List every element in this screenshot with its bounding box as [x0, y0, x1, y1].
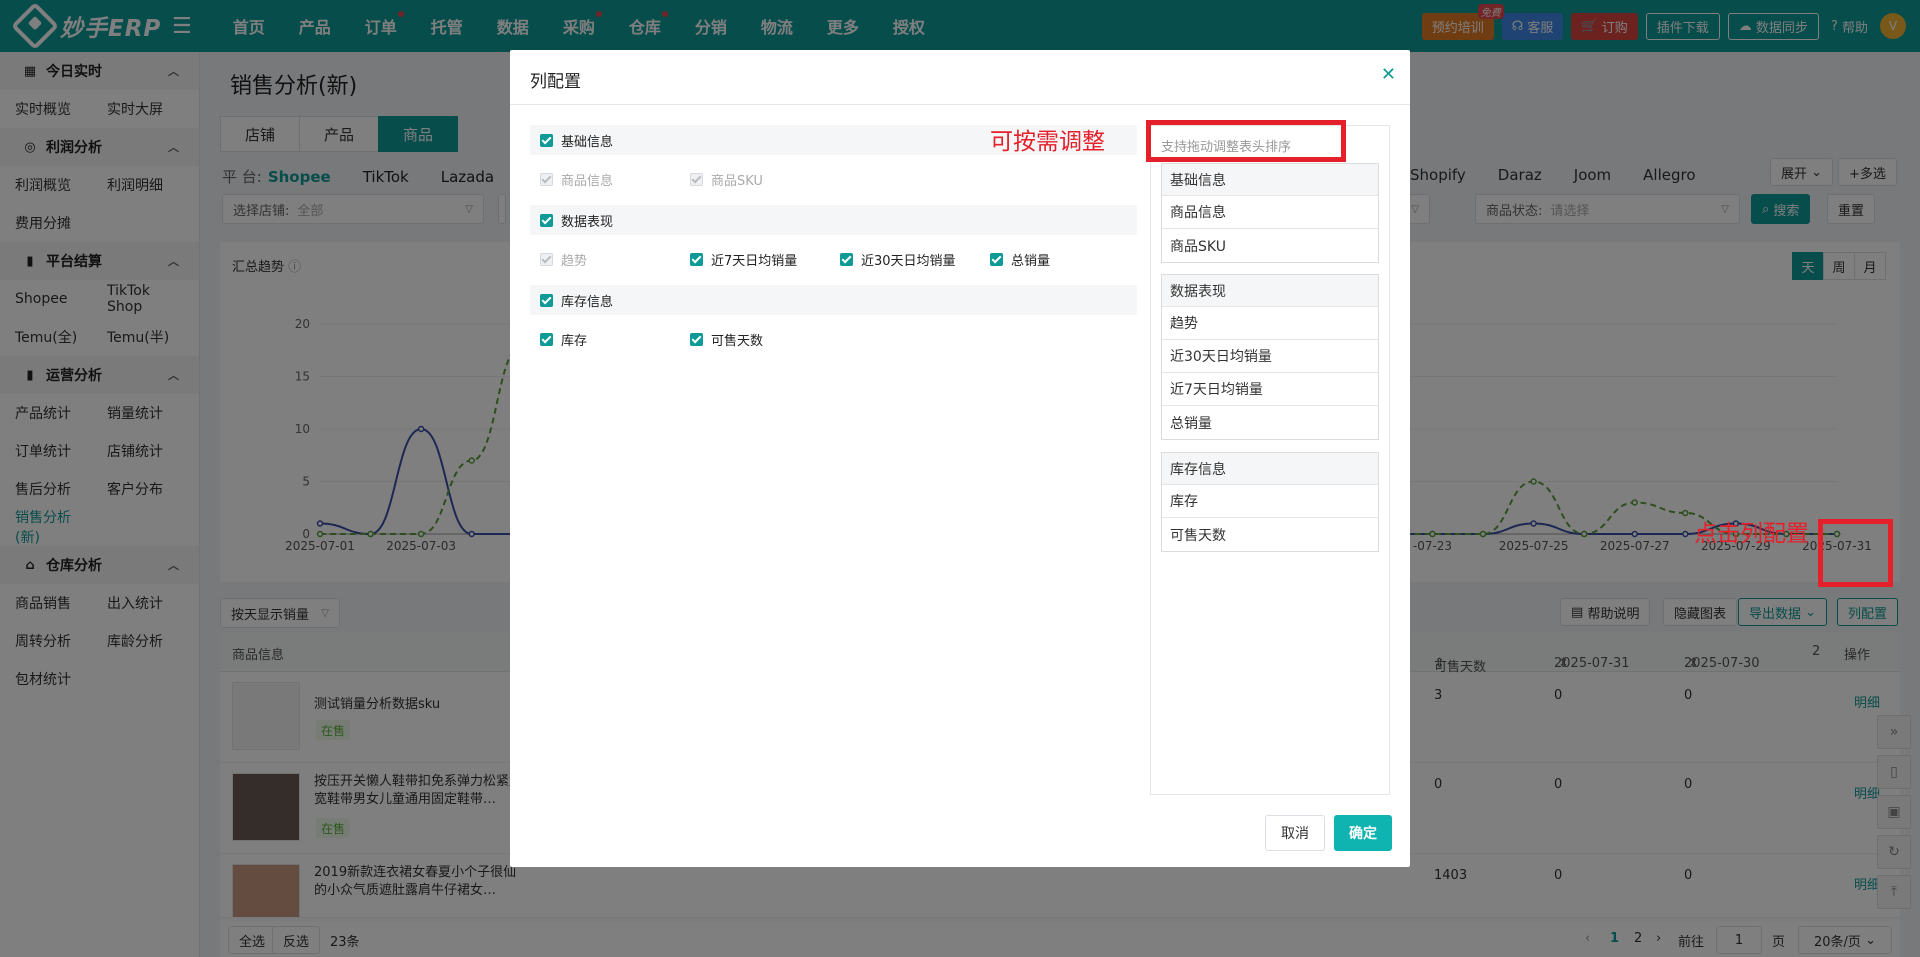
option-7day-avg[interactable]: 近7天日均销量	[690, 250, 797, 269]
order-group-header[interactable]: 库存信息	[1162, 453, 1378, 485]
checkbox-data-performance[interactable]	[540, 213, 553, 227]
order-item[interactable]: 商品SKU	[1162, 229, 1378, 262]
order-item[interactable]: 商品信息	[1162, 196, 1378, 229]
cancel-button[interactable]: 取消	[1265, 815, 1325, 851]
option-label: 商品SKU	[711, 174, 763, 189]
option-total-sales[interactable]: 总销量	[990, 250, 1050, 269]
annotation-box-sort-hint	[1146, 120, 1346, 162]
checkbox-goods-sku	[690, 173, 703, 186]
option-trend: 趋势	[540, 250, 587, 269]
annotation-adjust-as-needed: 可按需调整	[990, 129, 1105, 155]
annotation-box-column-config	[1818, 519, 1893, 587]
section-label: 库存信息	[561, 294, 614, 310]
confirm-button[interactable]: 确定	[1334, 815, 1392, 851]
order-item[interactable]: 近7天日均销量	[1162, 373, 1378, 406]
checkbox-basic-info[interactable]	[540, 133, 553, 147]
order-group-header[interactable]: 基础信息	[1162, 164, 1378, 196]
order-group-performance[interactable]: 数据表现 趋势 近30天日均销量 近7天日均销量 总销量	[1161, 274, 1379, 440]
checkbox-total-sales[interactable]	[990, 253, 1003, 266]
order-group-inventory[interactable]: 库存信息 库存 可售天数	[1161, 452, 1379, 552]
checkbox-7day-avg[interactable]	[690, 253, 703, 266]
annotation-click-column-config: 点击列配置	[1694, 521, 1809, 547]
checkbox-goods-info	[540, 173, 553, 186]
option-label: 近7天日均销量	[711, 254, 798, 269]
order-item[interactable]: 总销量	[1162, 406, 1378, 439]
option-30day-avg[interactable]: 近30天日均销量	[840, 250, 956, 269]
checkbox-30day-avg[interactable]	[840, 253, 853, 266]
option-label: 总销量	[1011, 254, 1051, 269]
order-item[interactable]: 库存	[1162, 485, 1378, 518]
order-group-header[interactable]: 数据表现	[1162, 275, 1378, 307]
dialog-title: 列配置	[530, 72, 581, 92]
option-sellable-days[interactable]: 可售天数	[690, 330, 763, 349]
option-label: 可售天数	[711, 334, 764, 349]
checkbox-trend	[540, 253, 553, 266]
checkbox-stock[interactable]	[540, 333, 553, 346]
checkbox-sellable-days[interactable]	[690, 333, 703, 346]
option-goods-info: 商品信息	[540, 170, 613, 189]
option-label: 趋势	[561, 254, 588, 269]
order-item[interactable]: 可售天数	[1162, 518, 1378, 551]
column-config-dialog: 列配置 ✕ 基础信息 商品信息 商品SKU 数据表现 趋势 近7天日均销量 近3…	[510, 50, 1410, 867]
section-data-performance[interactable]: 数据表现	[530, 205, 1137, 235]
order-item[interactable]: 近30天日均销量	[1162, 340, 1378, 373]
option-label: 近30天日均销量	[861, 254, 956, 269]
section-label: 数据表现	[561, 214, 614, 230]
order-group-basic[interactable]: 基础信息 商品信息 商品SKU	[1161, 163, 1379, 263]
option-label: 库存	[561, 334, 588, 349]
close-icon[interactable]: ✕	[1381, 64, 1396, 85]
option-stock[interactable]: 库存	[540, 330, 587, 349]
dialog-header: 列配置 ✕	[510, 50, 1410, 105]
order-item[interactable]: 趋势	[1162, 307, 1378, 340]
section-inventory[interactable]: 库存信息	[530, 285, 1137, 315]
option-label: 商品信息	[561, 174, 614, 189]
section-label: 基础信息	[561, 134, 614, 150]
checkbox-inventory[interactable]	[540, 293, 553, 307]
option-goods-sku: 商品SKU	[690, 170, 763, 189]
column-order-panel: 支持拖动调整表头排序 基础信息 商品信息 商品SKU 数据表现 趋势 近30天日…	[1150, 125, 1390, 795]
